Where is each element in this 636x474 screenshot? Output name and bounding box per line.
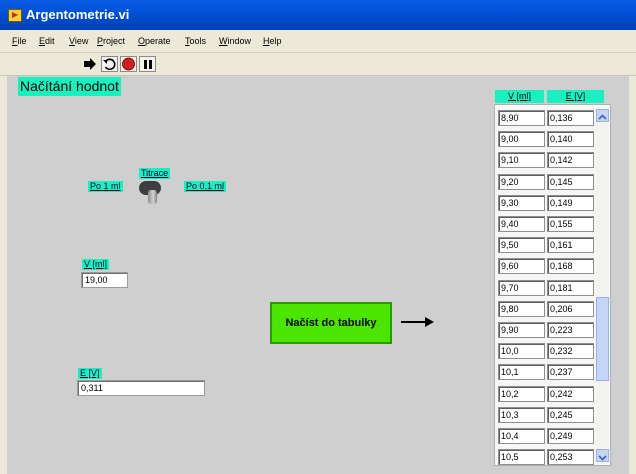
table-cell-v[interactable]: 10,2 [498, 385, 545, 402]
run-continuous-icon[interactable] [101, 56, 118, 72]
table-cell-e[interactable]: 0,142 [547, 152, 594, 169]
table-header-e: E [V] [547, 90, 604, 103]
menu-view[interactable]: View [69, 36, 88, 46]
panel-heading: Načítání hodnot [18, 77, 121, 96]
menu-label: iew [74, 36, 89, 46]
switch-right-label: Po 0,1 ml [184, 181, 227, 192]
menu-label: elp [269, 36, 282, 46]
table-cell-e[interactable]: 0,181 [547, 279, 594, 296]
switch-left-label: Po 1 ml [88, 181, 123, 192]
menu-project[interactable]: Project [97, 36, 125, 46]
menu-operate[interactable]: Operate [138, 36, 171, 46]
table-cell-e[interactable]: 0,253 [547, 449, 594, 466]
toolbar [0, 53, 636, 76]
window-title: Argentometrie.vi [26, 7, 130, 22]
table-cell-v[interactable]: 9,50 [498, 237, 545, 254]
table-cell-e[interactable]: 0,249 [547, 428, 594, 444]
table-cell-v[interactable]: 9,20 [498, 173, 545, 190]
menu-label: perate [145, 36, 171, 46]
scroll-down-button[interactable] [596, 449, 609, 462]
labview-app-icon [8, 9, 22, 22]
table-cell-v[interactable]: 9,10 [498, 152, 545, 169]
arrow-icon [401, 321, 427, 323]
table-cell-v[interactable]: 9,80 [498, 300, 545, 317]
table-header-v: V [ml] [495, 90, 544, 103]
table-cell-v[interactable]: 10,1 [498, 364, 545, 381]
table-cell-e[interactable]: 0,145 [547, 173, 594, 190]
menu-mnemonic: W [219, 36, 228, 46]
table-cell-e[interactable]: 0,245 [547, 406, 594, 423]
switch-lever[interactable] [148, 190, 157, 204]
table-cell-e[interactable]: 0,136 [547, 110, 594, 126]
table-cell-v[interactable]: 10,0 [498, 343, 545, 360]
menu-mnemonic: O [138, 36, 146, 46]
table-cell-v[interactable]: 10,5 [498, 449, 545, 466]
e-label: E [V] [78, 368, 102, 379]
v-indicator: 19,00 [81, 272, 128, 288]
table-cell-e[interactable]: 0,168 [547, 258, 594, 275]
v-label: V [ml] [82, 259, 110, 270]
table-cell-e[interactable]: 0,242 [547, 385, 594, 402]
table-cell-v[interactable]: 8,90 [498, 110, 545, 126]
table-cell-e[interactable]: 0,155 [547, 216, 594, 232]
table-cell-e[interactable]: 0,161 [547, 237, 594, 254]
menu-label: dit [45, 36, 55, 46]
arrow-head-icon [425, 317, 434, 327]
table-cell-v[interactable]: 9,90 [498, 322, 545, 338]
table-cell-v[interactable]: 10,4 [498, 428, 545, 444]
table-cell-e[interactable]: 0,149 [547, 194, 594, 211]
scroll-thumb[interactable] [596, 297, 609, 381]
table-scrollbar[interactable] [596, 109, 609, 462]
switch-label: Titrace [139, 168, 171, 179]
menu-label: ools [189, 36, 207, 46]
run-arrow-icon[interactable] [82, 56, 99, 72]
table-cell-v[interactable]: 10,3 [498, 406, 545, 423]
table-cell-e[interactable]: 0,232 [547, 343, 594, 360]
menu-label: roject [103, 36, 126, 46]
title-bar: Argentometrie.vi [0, 0, 636, 30]
scroll-up-button[interactable] [596, 109, 609, 122]
table-cell-v[interactable]: 9,70 [498, 279, 545, 296]
table-cell-e[interactable]: 0,237 [547, 364, 594, 381]
table-cell-e[interactable]: 0,223 [547, 322, 594, 338]
menu-tools[interactable]: Tools [185, 36, 206, 46]
menu-help[interactable]: Help [263, 36, 282, 46]
pause-icon[interactable] [139, 56, 156, 72]
menu-file[interactable]: File [12, 36, 27, 46]
menu-label: ile [17, 36, 27, 46]
menu-edit[interactable]: Edit [39, 36, 55, 46]
e-indicator: 0,311 [77, 380, 205, 396]
table-cell-v[interactable]: 9,00 [498, 131, 545, 148]
load-to-table-button[interactable]: Načíst do tabulky [270, 302, 392, 344]
menu-label: indow [227, 36, 252, 46]
abort-icon[interactable] [120, 56, 137, 72]
table-cell-e[interactable]: 0,206 [547, 300, 594, 317]
table-cell-v[interactable]: 9,30 [498, 194, 545, 211]
menu-bar: File Edit View Project Operate Tools Win… [0, 30, 636, 53]
table-cell-v[interactable]: 9,60 [498, 258, 545, 275]
table-cell-e[interactable]: 0,140 [547, 131, 594, 148]
table-cell-v[interactable]: 9,40 [498, 216, 545, 232]
menu-window[interactable]: Window [219, 36, 251, 46]
